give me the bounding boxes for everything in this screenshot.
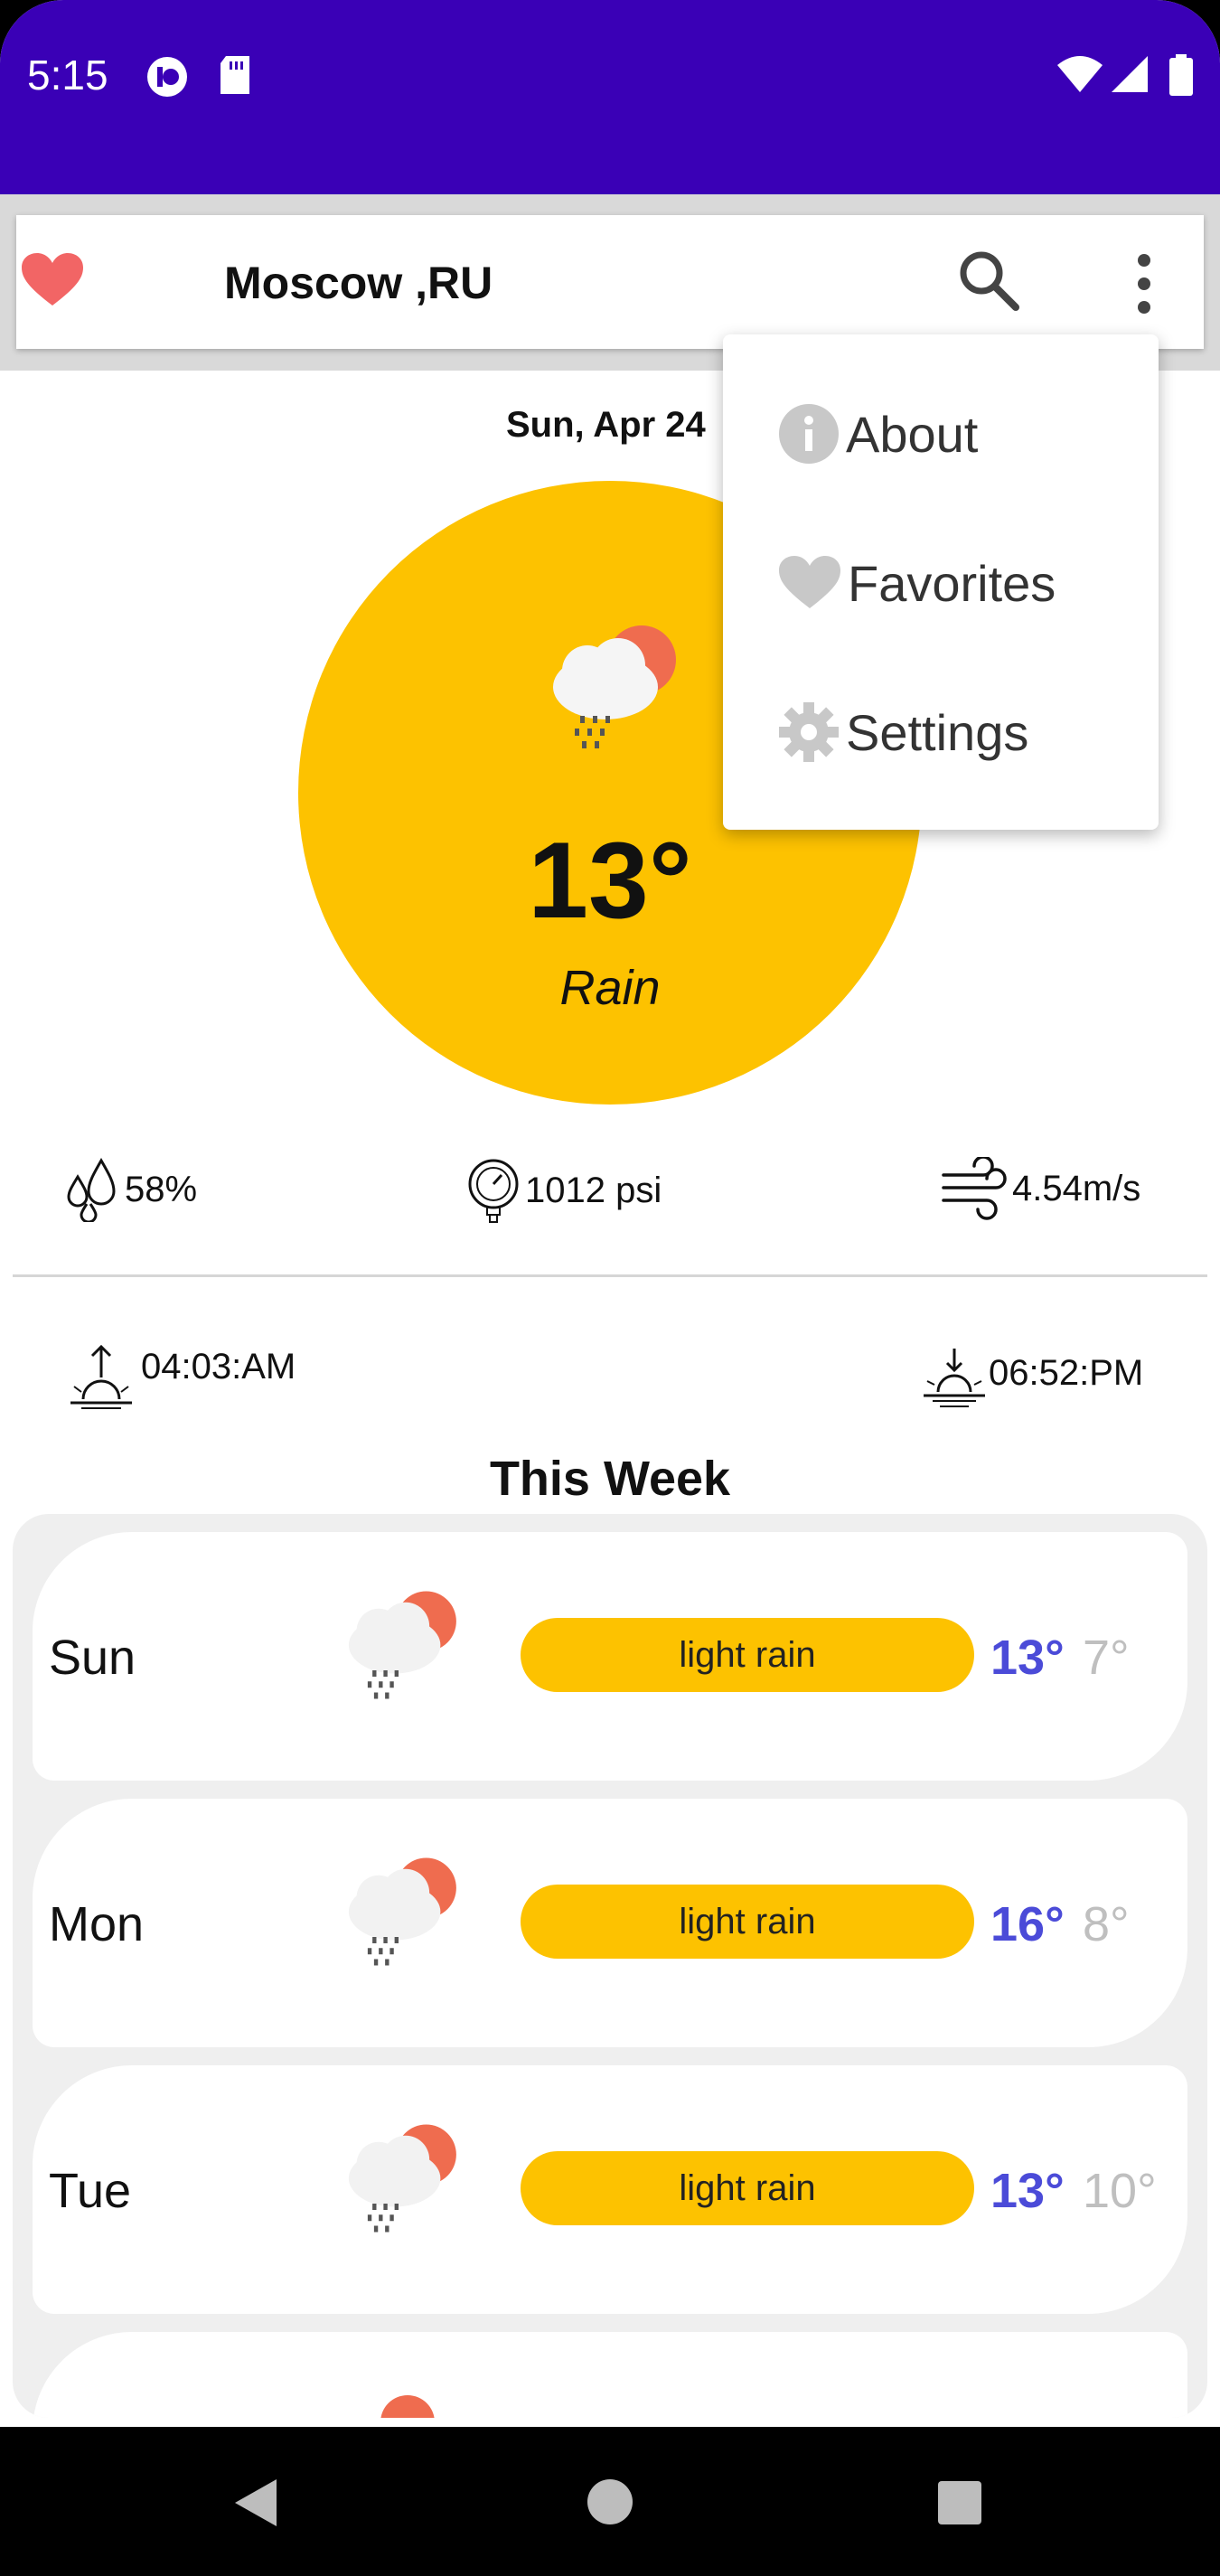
status-time: 5:15 bbox=[27, 52, 108, 99]
pressure-gauge-icon bbox=[468, 1159, 519, 1223]
day-high-temp: 16° bbox=[990, 1897, 1065, 1951]
day-description: light rain bbox=[521, 1618, 974, 1692]
wind-icon bbox=[942, 1157, 1007, 1220]
menu-item-about[interactable]: About bbox=[777, 389, 978, 479]
day-card-sun[interactable]: Sun light rain 13° 7° bbox=[33, 1532, 1187, 1781]
current-date: Sun, Apr 24 bbox=[506, 405, 706, 445]
humidity-drops-icon bbox=[67, 1157, 116, 1222]
overflow-menu: About Favorites Settings bbox=[723, 334, 1159, 830]
notification-app-icon bbox=[147, 57, 187, 97]
week-forecast-list[interactable]: Sun light rain 13° 7° Mon light rain 16°… bbox=[13, 1514, 1207, 2418]
divider bbox=[13, 1274, 1207, 1277]
navigation-bar bbox=[0, 2427, 1220, 2576]
info-icon bbox=[779, 404, 839, 464]
gear-icon bbox=[779, 702, 839, 762]
sunset-icon bbox=[924, 1349, 985, 1407]
day-card-tue[interactable]: Tue light rain 13° 10° bbox=[33, 2065, 1187, 2314]
day-low-temp: 10° bbox=[1083, 2164, 1157, 2218]
wind-stat: 4.54m/s bbox=[940, 1157, 1140, 1220]
menu-item-favorites[interactable]: Favorites bbox=[777, 538, 1056, 628]
app-screen: 5:15 Moscow ,RU Sun, Apr 24 13° Rain 58%… bbox=[0, 0, 1220, 2576]
cellular-signal-icon bbox=[1112, 56, 1148, 92]
app-bar: Moscow ,RU bbox=[16, 215, 1204, 349]
city-title: Moscow ,RU bbox=[224, 258, 493, 308]
day-description: light rain bbox=[521, 1885, 974, 1959]
day-name: Tue bbox=[49, 2164, 132, 2218]
menu-item-label: About bbox=[846, 405, 979, 463]
humidity-stat: 58% bbox=[63, 1157, 197, 1222]
week-title: This Week bbox=[489, 1452, 731, 1506]
sunrise-icon bbox=[70, 1344, 132, 1409]
wind-value: 4.54m/s bbox=[1012, 1168, 1141, 1208]
sun-icon bbox=[380, 2395, 435, 2418]
menu-item-label: Favorites bbox=[848, 554, 1056, 612]
menu-item-settings[interactable]: Settings bbox=[777, 687, 1028, 777]
search-icon[interactable] bbox=[953, 244, 1025, 316]
menu-item-label: Settings bbox=[846, 703, 1029, 761]
humidity-value: 58% bbox=[125, 1169, 198, 1209]
day-description: light rain bbox=[521, 2151, 974, 2225]
rain-cloud-sun-icon bbox=[348, 1591, 456, 1699]
rain-cloud-sun-icon bbox=[348, 1857, 456, 1966]
wifi-icon bbox=[1057, 56, 1103, 92]
current-temperature: 13° bbox=[528, 820, 692, 941]
current-description: Rain bbox=[559, 961, 661, 1015]
day-low-temp: 7° bbox=[1083, 1631, 1130, 1685]
pressure-stat: 1012 psi bbox=[465, 1157, 662, 1224]
rain-cloud-sun-icon bbox=[553, 625, 676, 748]
home-icon[interactable] bbox=[586, 2477, 634, 2526]
status-bar: 5:15 bbox=[0, 0, 1220, 194]
favorite-heart-icon[interactable] bbox=[20, 251, 85, 309]
sunrise-time: 04:03:AM bbox=[141, 1347, 296, 1387]
day-card-mon[interactable]: Mon light rain 16° 8° bbox=[33, 1799, 1187, 2047]
rain-cloud-sun-icon bbox=[348, 2124, 456, 2233]
recents-icon[interactable] bbox=[936, 2479, 983, 2526]
back-icon[interactable] bbox=[231, 2477, 278, 2528]
heart-icon bbox=[779, 556, 840, 608]
day-name: Mon bbox=[49, 1897, 145, 1951]
day-card-partial[interactable] bbox=[33, 2332, 1187, 2418]
day-name: Sun bbox=[49, 1631, 136, 1685]
battery-icon bbox=[1169, 54, 1193, 96]
pressure-value: 1012 psi bbox=[525, 1170, 662, 1210]
sunset-time: 06:52:PM bbox=[989, 1353, 1144, 1393]
day-high-temp: 13° bbox=[990, 2164, 1065, 2218]
day-low-temp: 8° bbox=[1083, 1897, 1130, 1951]
overflow-menu-icon[interactable] bbox=[1117, 248, 1171, 320]
sd-card-icon bbox=[221, 56, 249, 94]
day-high-temp: 13° bbox=[990, 1631, 1065, 1685]
